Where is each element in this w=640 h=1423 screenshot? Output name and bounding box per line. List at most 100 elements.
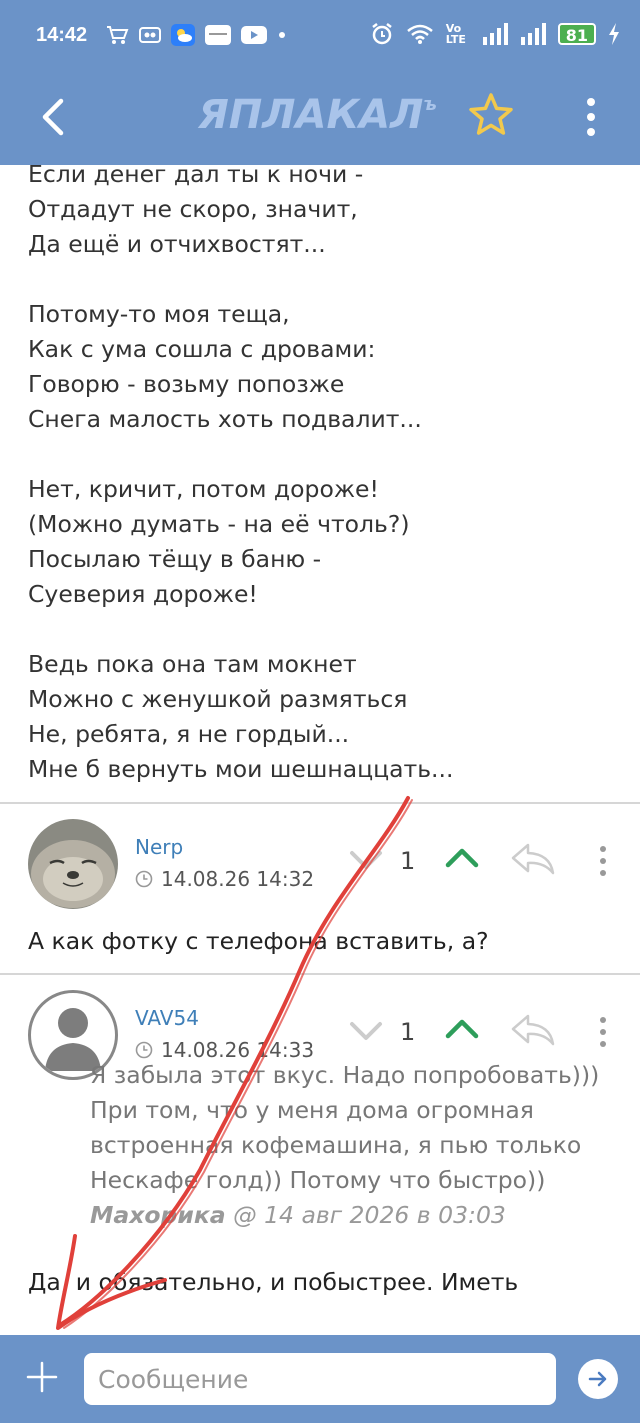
comment-date-text: 14.08.26 14:32 (161, 867, 315, 891)
poem-line: Как с ума сошла с дровами: (28, 335, 376, 363)
youtube-icon (241, 26, 267, 44)
reply-icon (511, 1014, 555, 1046)
reply-button[interactable] (510, 841, 556, 877)
quote-line: Нескафе голд)) Потому что быстро)) (90, 1166, 546, 1194)
chevron-left-icon (42, 98, 64, 136)
status-icons-right: Vo LTE 81 (370, 22, 620, 46)
plus-icon (26, 1361, 58, 1393)
poem-line: Посылаю тёщу в баню - (28, 545, 322, 573)
attach-button[interactable] (22, 1357, 62, 1397)
dot-icon (600, 870, 606, 876)
comment-menu-button[interactable] (596, 1012, 610, 1052)
comment-date: 14.08.26 14:32 (135, 867, 314, 891)
send-button[interactable] (578, 1359, 618, 1399)
comment-author[interactable]: VAV54 (135, 1006, 199, 1030)
favorite-button[interactable] (468, 92, 514, 138)
poem-line: Мне б вернуть мои шешнаццать... (28, 755, 454, 783)
poem-line: Говорю - возьму попозже (28, 370, 345, 398)
poem-line: Нет, кричит, потом дороже! (28, 475, 379, 503)
cart-icon (107, 26, 129, 44)
quote-date: @ 14 авг 2026 в 03:03 (225, 1201, 506, 1229)
logo-suffix: ъ (423, 94, 437, 115)
poem-stanza: Если денег дал ты к ночи - Отдадут не ск… (28, 165, 618, 262)
signal-icon (482, 23, 508, 45)
poem-stanza: Потому-то моя теща, Как с ума сошла с др… (28, 297, 618, 437)
chevron-up-icon (445, 848, 479, 868)
quote-author[interactable]: Махорика (90, 1201, 226, 1229)
reply-icon (511, 843, 555, 875)
news-icon (205, 25, 231, 45)
quote-line: Я забыла этот вкус. Надо попробовать))) (90, 1061, 600, 1089)
dot-icon (600, 1017, 606, 1023)
quote-attribution: Махорика @ 14 авг 2026 в 03:03 (90, 1198, 610, 1233)
clock-icon (135, 870, 153, 888)
poem-line: Если денег дал ты к ночи - (28, 165, 364, 188)
navigation-bar: ЯПЛАКАЛъ (0, 72, 640, 165)
wifi-icon (406, 24, 433, 44)
chevron-down-icon (350, 1022, 382, 1040)
back-button[interactable] (30, 92, 74, 142)
dot-icon (587, 98, 595, 106)
battery-icon: 81 (557, 23, 596, 45)
chevron-up-icon (445, 1019, 479, 1039)
status-icons-left (105, 24, 287, 46)
comment-item: VAV54 14.08.26 14:33 1 Я забыла этот вку… (0, 976, 640, 1335)
quote-line: При том, что у меня дома огромная (90, 1096, 534, 1124)
comment-text: А как фотку с телефона вставить, а? (28, 927, 489, 955)
dot-icon (600, 1041, 606, 1047)
quoted-message: Я забыла этот вкус. Надо попробовать))) … (90, 1058, 610, 1233)
charging-icon (609, 23, 619, 45)
arrow-right-icon (588, 1371, 607, 1387)
comment-divider (0, 802, 640, 804)
seal-avatar-image (28, 819, 118, 909)
dot-icon (600, 858, 606, 864)
dot-icon (587, 128, 595, 136)
message-composer (0, 1335, 640, 1423)
logo-text: ЯПЛАКАЛ (198, 92, 424, 138)
comment-author[interactable]: Nerp (135, 835, 183, 859)
dot-icon (587, 113, 595, 121)
poem-line: Можно с женушкой размяться (28, 685, 408, 713)
message-input[interactable] (84, 1353, 556, 1405)
post-body: Если денег дал ты к ночи - Отдадут не ск… (28, 165, 618, 822)
status-time: 14:42 (36, 24, 88, 46)
comment-item: Nerp 14.08.26 14:32 1 А как фотку с теле… (0, 805, 640, 973)
weather-icon (171, 24, 195, 46)
poem-stanza: Нет, кричит, потом дороже! (Можно думать… (28, 472, 618, 612)
thread-content[interactable]: Если денег дал ты к ночи - Отдадут не ск… (0, 165, 640, 1335)
network-label: Vo LTE (445, 22, 466, 46)
comment-score: 1 (400, 1018, 416, 1046)
poem-line: Потому-то моя теща, (28, 300, 290, 328)
comment-divider (0, 973, 640, 975)
poem-line: Отдадут не скоро, значит, (28, 195, 358, 223)
dot-icon (600, 846, 606, 852)
app-icon (139, 27, 161, 43)
vote-down-button[interactable] (348, 847, 384, 873)
quote-line: встроенная кофемашина, я пью только (90, 1131, 582, 1159)
chevron-down-icon (350, 851, 382, 869)
app-header: 14:42 Vo LTE 81 ЯПЛАКАЛъ (0, 0, 640, 165)
vote-up-button[interactable] (444, 1016, 480, 1042)
vote-up-button[interactable] (444, 845, 480, 871)
dot-icon (279, 32, 285, 38)
poem-line: Не, ребята, я не гордый... (28, 720, 350, 748)
overflow-menu-button[interactable] (574, 92, 608, 142)
poem-stanza: Ведь пока она там мокнет Можно с женушко… (28, 647, 618, 787)
site-logo[interactable]: ЯПЛАКАЛъ (198, 92, 437, 138)
status-bar: 14:42 Vo LTE 81 (0, 0, 640, 72)
poem-line: Ведь пока она там мокнет (28, 650, 357, 678)
poem-line: Снега малость хоть подвалит... (28, 405, 422, 433)
star-icon (469, 93, 513, 135)
alarm-icon (371, 23, 392, 45)
vote-down-button[interactable] (348, 1018, 384, 1044)
avatar[interactable] (28, 819, 118, 909)
signal-icon (520, 23, 546, 45)
dot-icon (600, 1029, 606, 1035)
comment-text: Да, и обязательно, и побыстрее. Иметь (28, 1268, 519, 1296)
clock-icon (135, 1041, 153, 1059)
poem-line: Суеверия дороже! (28, 580, 258, 608)
comment-score: 1 (400, 847, 416, 875)
comment-menu-button[interactable] (596, 841, 610, 881)
poem-line: Да ещё и отчихвостят... (28, 230, 326, 258)
reply-button[interactable] (510, 1012, 556, 1048)
